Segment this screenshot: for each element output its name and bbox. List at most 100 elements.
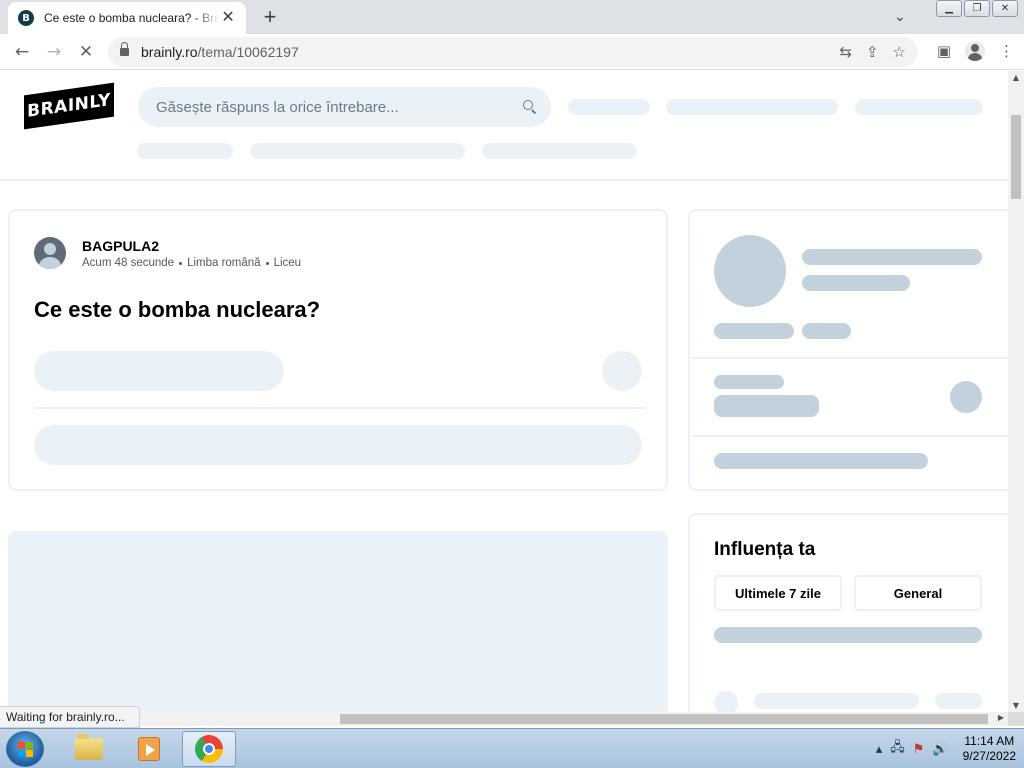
clock-date: 9/27/2022: [962, 749, 1016, 763]
profile-stat-placeholder: [714, 323, 794, 339]
share-icon[interactable]: ⇪: [866, 43, 879, 61]
influence-title: Influența ta: [714, 539, 816, 560]
tab-title: Ce este o bomba nucleara? - Brainly.ro: [44, 11, 221, 25]
subnav-placeholder: [250, 143, 465, 159]
search-input[interactable]: [156, 98, 523, 116]
loading-status: Waiting for brainly.ro...: [0, 706, 140, 728]
influence-card: Influența ta Ultimele 7 zile General: [688, 513, 1008, 712]
lock-icon[interactable]: [120, 42, 129, 57]
profile-card: [688, 209, 1008, 491]
nav-placeholder: [568, 99, 650, 115]
card-divider: [34, 407, 646, 409]
side-panel-icon[interactable]: ▣: [937, 42, 951, 60]
forward-icon[interactable]: →: [42, 40, 66, 64]
bookmark-star-icon[interactable]: ☆: [893, 43, 906, 61]
volume-icon[interactable]: 🔊: [932, 742, 948, 757]
url-domain: brainly.ro: [141, 44, 198, 60]
horizontal-scrollbar[interactable]: ▶: [0, 712, 1008, 726]
scrollbar-thumb[interactable]: [340, 714, 988, 724]
window-controls: ▁ ❐ ✕: [936, 0, 1018, 17]
scroll-down-arrow-icon[interactable]: ▼: [1008, 701, 1024, 710]
browser-tab[interactable]: B Ce este o bomba nucleara? - Brainly.ro…: [8, 2, 246, 34]
browser-toolbar: ← → ✕ brainly.ro/tema/10062197 ⇆ ⇪ ☆ ▣ ⋮: [0, 34, 1024, 70]
card-divider: [692, 435, 1008, 437]
influence-line-placeholder: [754, 693, 919, 709]
scrollbar-thumb[interactable]: [1011, 115, 1021, 199]
profile-line-placeholder: [802, 275, 910, 291]
question-time: Acum 48 secunde: [82, 257, 175, 269]
media-player-icon: [138, 737, 160, 761]
url-text[interactable]: brainly.ro/tema/10062197: [141, 44, 299, 60]
restore-button[interactable]: ❐: [964, 0, 990, 17]
influence-line-placeholder: [935, 693, 982, 709]
profile-avatar-icon[interactable]: [965, 41, 985, 61]
rank-icon-placeholder: [950, 381, 982, 413]
taskbar-explorer[interactable]: [62, 731, 116, 767]
new-tab-button[interactable]: +: [258, 5, 282, 29]
tab-search-icon[interactable]: ⌄: [894, 8, 906, 25]
folder-icon: [75, 734, 103, 760]
brainly-logo[interactable]: BRAINLY: [24, 82, 114, 130]
subnav-placeholder: [137, 143, 233, 159]
action-center-icon[interactable]: ⚑: [913, 742, 925, 757]
subnav-placeholder: [482, 143, 637, 159]
nav-placeholder: [666, 99, 838, 115]
question-level: Liceu: [273, 257, 302, 269]
translate-icon[interactable]: ⇆: [839, 43, 852, 61]
windows-logo-icon: [18, 742, 34, 758]
address-bar[interactable]: brainly.ro/tema/10062197 ⇆ ⇪ ☆: [108, 37, 918, 67]
minimize-button[interactable]: ▁: [936, 0, 962, 17]
rank-line-placeholder: [714, 375, 784, 389]
stop-loading-icon[interactable]: ✕: [74, 40, 98, 64]
start-button[interactable]: [6, 731, 44, 767]
scroll-up-arrow-icon[interactable]: ▲: [1008, 73, 1024, 82]
question-subject[interactable]: Limba română: [187, 257, 261, 269]
scroll-right-arrow-icon[interactable]: ▶: [998, 713, 1004, 722]
influence-avatar-placeholder: [714, 691, 738, 712]
network-icon[interactable]: 🖧: [890, 738, 905, 760]
search-box[interactable]: [138, 87, 551, 127]
taskbar-chrome[interactable]: [182, 731, 236, 767]
progress-placeholder: [714, 453, 928, 469]
rank-line-placeholder: [714, 395, 819, 417]
question-author[interactable]: BAGPULA2: [82, 238, 159, 254]
tab-general[interactable]: General: [854, 575, 982, 611]
answer-content-placeholder: [8, 531, 668, 712]
meta-separator: [179, 261, 183, 265]
show-hidden-icons-icon[interactable]: ▴: [876, 742, 883, 757]
comment-input-placeholder: [34, 425, 642, 465]
nav-placeholder: [855, 99, 983, 115]
question-title: Ce este o bomba nucleara?: [34, 297, 321, 322]
logo-text: BRAINLY: [27, 90, 111, 122]
omnibox-actions: ⇆ ⇪ ☆: [839, 43, 906, 61]
url-path: /tema/10062197: [197, 44, 299, 60]
search-icon[interactable]: [523, 100, 537, 114]
taskbar-media-player[interactable]: [122, 731, 176, 767]
tab-strip: B Ce este o bomba nucleara? - Brainly.ro…: [0, 0, 1024, 34]
question-meta: Acum 48 secunde Limba română Liceu: [82, 257, 301, 269]
system-tray: ▴ 🖧 ⚑ 🔊 11:14 AM 9/27/2022: [876, 729, 1016, 768]
system-clock[interactable]: 11:14 AM 9/27/2022: [963, 734, 1016, 764]
question-card: BAGPULA2 Acum 48 secunde Limba română Li…: [8, 209, 668, 491]
tab-close-icon[interactable]: ✕: [220, 10, 236, 26]
back-icon[interactable]: ←: [10, 40, 34, 64]
vertical-scrollbar[interactable]: ▲ ▼: [1008, 71, 1024, 712]
brainly-favicon-icon: B: [18, 10, 34, 26]
action-icon-placeholder: [602, 351, 642, 391]
profile-line-placeholder: [802, 249, 982, 265]
chrome-menu-icon[interactable]: ⋮: [999, 42, 1014, 60]
influence-line-placeholder: [714, 627, 982, 643]
chrome-icon: [195, 735, 223, 763]
answer-button-placeholder: [34, 351, 284, 391]
clock-time: 11:14 AM: [964, 734, 1015, 748]
close-window-button[interactable]: ✕: [992, 0, 1018, 17]
tab-last-7-days[interactable]: Ultimele 7 zile: [714, 575, 842, 611]
windows-taskbar: ▴ 🖧 ⚑ 🔊 11:14 AM 9/27/2022: [0, 728, 1024, 768]
page-viewport: BRAINLY BAGPULA2 Acum 48 secunde Limba r…: [0, 71, 1008, 712]
profile-stat-placeholder: [802, 323, 851, 339]
scrollbar-corner: [1008, 712, 1024, 726]
site-header: BRAINLY: [0, 71, 1008, 181]
user-avatar[interactable]: [34, 237, 66, 269]
toolbar-actions: ▣ ⋮: [937, 41, 1014, 61]
card-divider: [692, 357, 1008, 359]
